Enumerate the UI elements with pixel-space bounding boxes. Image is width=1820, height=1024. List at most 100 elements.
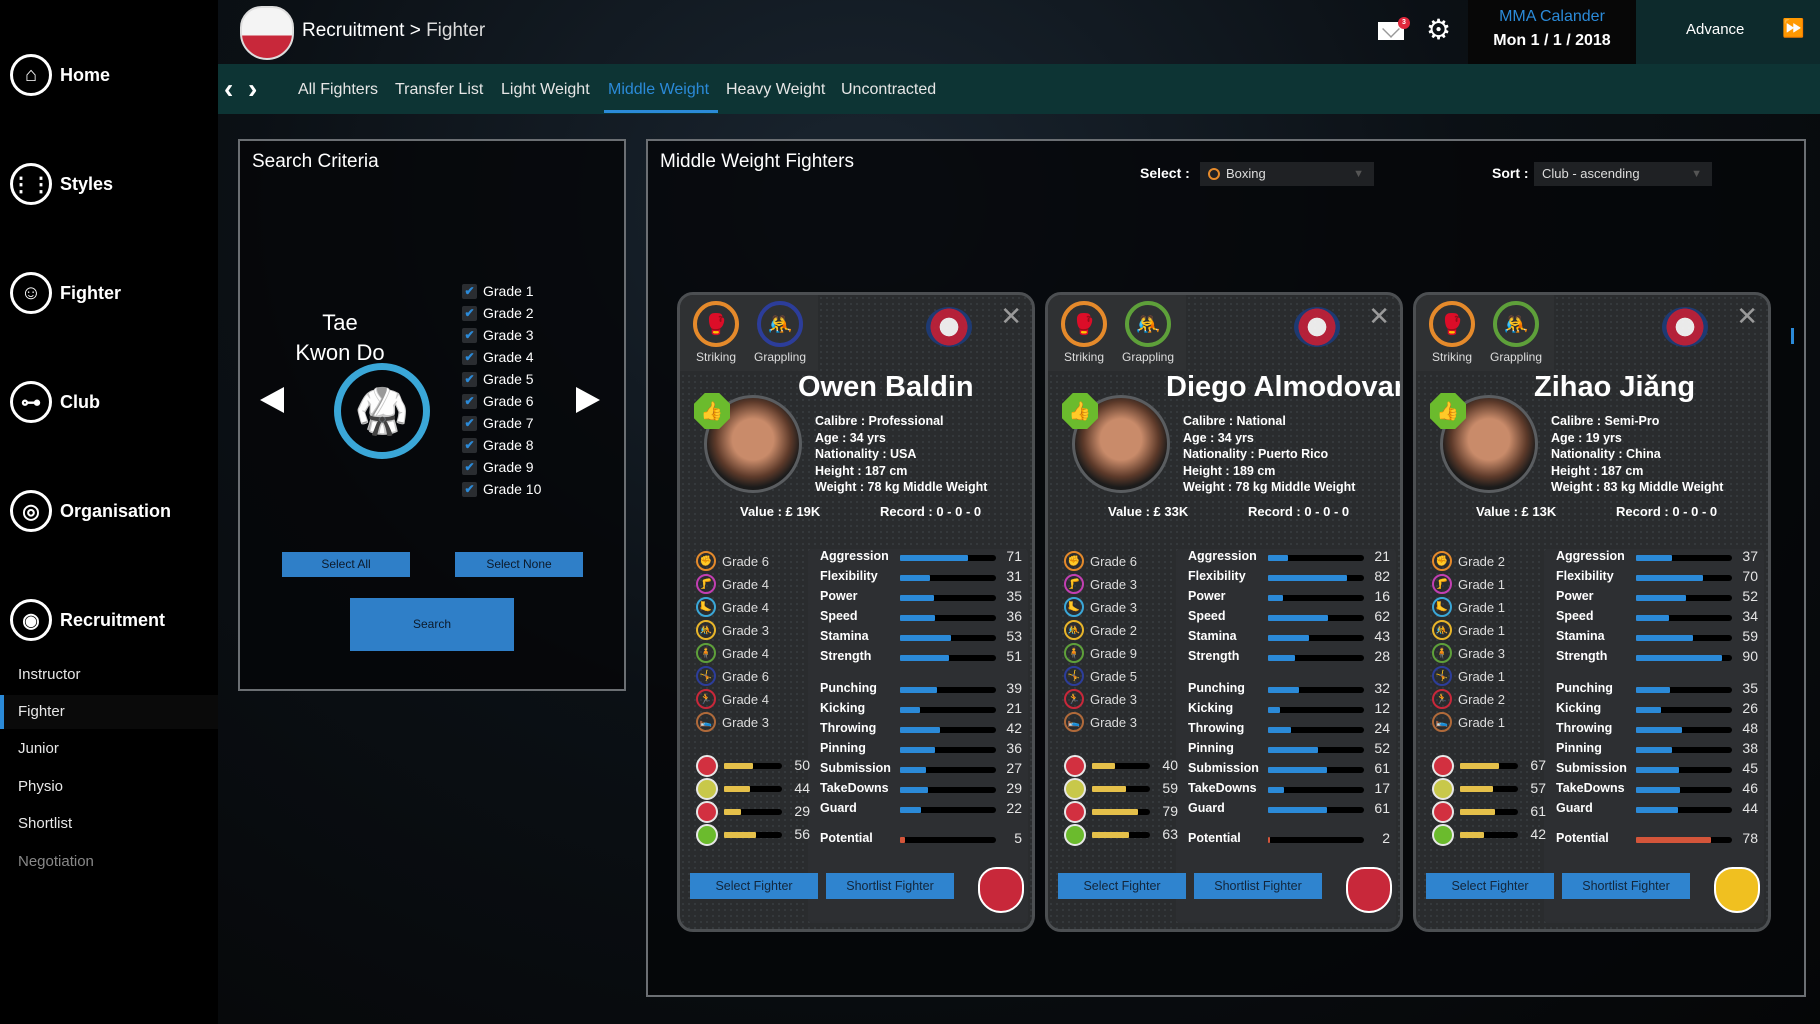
grade-checkbox[interactable]: ✔ Grade 10 — [462, 481, 541, 497]
sidebar-item-styles[interactable]: ⋮⋮ Styles — [10, 163, 113, 205]
attribute-value: 21 — [1374, 548, 1390, 564]
search-button[interactable]: Search — [350, 598, 514, 651]
grappling-tab[interactable]: 🤼 Grappling — [1120, 301, 1176, 364]
tab-transfer-list[interactable]: Transfer List — [395, 81, 483, 99]
grade-checkbox[interactable]: ✔ Grade 6 — [462, 393, 534, 409]
sidebar-sub-junior[interactable]: Junior — [0, 732, 218, 766]
tab-middle-weight[interactable]: Middle Weight — [608, 81, 709, 99]
shortlist-fighter-button[interactable]: Shortlist Fighter — [1194, 873, 1322, 899]
prev-style-arrow[interactable] — [260, 387, 284, 413]
club-crest-icon — [978, 867, 1024, 913]
attribute-bar-fill — [1636, 575, 1704, 581]
sidebar-item-organisation[interactable]: ◎ Organisation — [10, 490, 171, 532]
fighter-height: Height : 187 cm — [815, 463, 908, 478]
attribute-value: 44 — [1742, 800, 1758, 816]
gear-icon[interactable]: ⚙ — [1426, 16, 1451, 44]
grade-checkbox[interactable]: ✔ Grade 8 — [462, 437, 534, 453]
attribute-value: 53 — [1006, 628, 1022, 644]
vital-bar — [1092, 763, 1150, 769]
grade-checkbox[interactable]: ✔ Grade 7 — [462, 415, 534, 431]
forward-arrow-icon[interactable]: › — [248, 73, 257, 105]
close-icon[interactable]: ✕ — [1736, 301, 1758, 332]
sidebar-item-label: Fighter — [60, 282, 121, 303]
grappling-tab[interactable]: 🤼 Grappling — [752, 301, 808, 364]
grade-checkbox[interactable]: ✔ Grade 1 — [462, 283, 534, 299]
grappling-label: Grappling — [1121, 350, 1175, 364]
grappling-tab[interactable]: 🤼 Grappling — [1488, 301, 1544, 364]
select-fighter-button[interactable]: Select Fighter — [1058, 873, 1186, 899]
scrollbar[interactable] — [1791, 328, 1794, 344]
fighter-calibre: Calibre : Professional — [815, 414, 944, 428]
defense-icon — [1064, 778, 1086, 800]
fighter-weight: Weight : 83 kg Middle Weight — [1551, 480, 1724, 494]
vital-value: 29 — [794, 803, 810, 819]
select-fighter-button[interactable]: Select Fighter — [1426, 873, 1554, 899]
club-crest-icon — [1714, 867, 1760, 913]
sidebar-sub-instructor[interactable]: Instructor — [0, 658, 218, 692]
striking-tab[interactable]: 🥊 Striking — [688, 301, 744, 364]
vital-bar-fill — [1092, 832, 1129, 838]
attribute-value: 32 — [1374, 680, 1390, 696]
attribute-bar-fill — [900, 707, 921, 713]
sidebar-sub-fighter[interactable]: Fighter — [0, 695, 218, 729]
sidebar-item-home[interactable]: ⌂ Home — [10, 54, 110, 96]
chevron-down-icon: ▼ — [1353, 168, 1364, 180]
close-icon[interactable]: ✕ — [1368, 301, 1390, 332]
health-icon — [1432, 755, 1454, 777]
advance-button[interactable]: Advance ⏩ — [1636, 0, 1820, 64]
striking-tab[interactable]: 🥊 Striking — [1424, 301, 1480, 364]
tab-light-weight[interactable]: Light Weight — [501, 81, 590, 99]
breadcrumb-parent[interactable]: Recruitment — [302, 20, 404, 41]
vital-bar-fill — [724, 832, 757, 838]
attribute-bar — [1268, 747, 1364, 753]
close-icon[interactable]: ✕ — [1000, 301, 1022, 332]
attribute-label: Flexibility — [820, 569, 878, 583]
shortlist-fighter-button[interactable]: Shortlist Fighter — [1562, 873, 1690, 899]
select-fighter-button[interactable]: Select Fighter — [690, 873, 818, 899]
sidebar-sub-shortlist[interactable]: Shortlist — [0, 807, 218, 841]
grade-checkbox[interactable]: ✔ Grade 9 — [462, 459, 534, 475]
fighter-value: Value : £ 33K — [1108, 504, 1189, 519]
vital-bar — [1092, 786, 1150, 792]
style-grade-row: 🤸 Grade 6 — [696, 666, 769, 686]
panel-title: Middle Weight Fighters — [660, 151, 854, 172]
next-style-arrow[interactable] — [576, 387, 600, 413]
attribute-bar — [900, 747, 996, 753]
potential-bar-fill — [1268, 837, 1270, 843]
sidebar-sub-physio[interactable]: Physio — [0, 770, 218, 804]
tab-heavy-weight[interactable]: Heavy Weight — [726, 81, 825, 99]
vital-bar — [1092, 809, 1150, 815]
attribute-value: 16 — [1374, 588, 1390, 604]
top-bar: Recruitment > Fighter 3 ⚙ MMA Calander M… — [218, 0, 1820, 64]
grade-checkbox[interactable]: ✔ Grade 3 — [462, 327, 534, 343]
select-all-button[interactable]: Select All — [282, 552, 410, 577]
grappling-icon: 🤼 — [1493, 301, 1539, 347]
grade-checkbox[interactable]: ✔ Grade 2 — [462, 305, 534, 321]
sort-dropdown[interactable]: Club - ascending ▼ — [1534, 162, 1712, 186]
attribute-value: 22 — [1006, 800, 1022, 816]
calendar-button[interactable]: MMA Calander Mon 1 / 1 / 2018 — [1468, 0, 1636, 64]
style-grade-row: 🤼 Grade 1 — [1432, 620, 1505, 640]
sidebar-item-recruitment[interactable]: ◉ Recruitment — [10, 599, 165, 641]
sidebar-item-club[interactable]: ⊶ Club — [10, 381, 100, 423]
style-icon: ✊ — [696, 551, 716, 571]
striking-tab[interactable]: 🥊 Striking — [1056, 301, 1112, 364]
fighter-calibre: Calibre : Semi-Pro — [1551, 414, 1660, 428]
fighter-calibre: Calibre : National — [1183, 414, 1286, 428]
grade-checkbox[interactable]: ✔ Grade 5 — [462, 371, 534, 387]
sidebar-item-fighter[interactable]: ☺ Fighter — [10, 272, 121, 314]
attribute-value: 48 — [1742, 720, 1758, 736]
style-icon: ✊ — [1432, 551, 1452, 571]
league-logo-icon — [1294, 307, 1340, 347]
style-select-dropdown[interactable]: Boxing ▼ — [1200, 162, 1374, 186]
tab-all-fighters[interactable]: All Fighters — [298, 81, 378, 99]
health-icon — [696, 755, 718, 777]
shortlist-fighter-button[interactable]: Shortlist Fighter — [826, 873, 954, 899]
grade-checkbox[interactable]: ✔ Grade 4 — [462, 349, 534, 365]
select-none-button[interactable]: Select None — [455, 552, 583, 577]
tab-uncontracted[interactable]: Uncontracted — [841, 81, 936, 99]
vital-bar — [724, 809, 782, 815]
sidebar-sub-negotiation[interactable]: Negotiation — [0, 845, 218, 879]
attribute-value: 12 — [1374, 700, 1390, 716]
back-arrow-icon[interactable]: ‹ — [224, 73, 233, 105]
